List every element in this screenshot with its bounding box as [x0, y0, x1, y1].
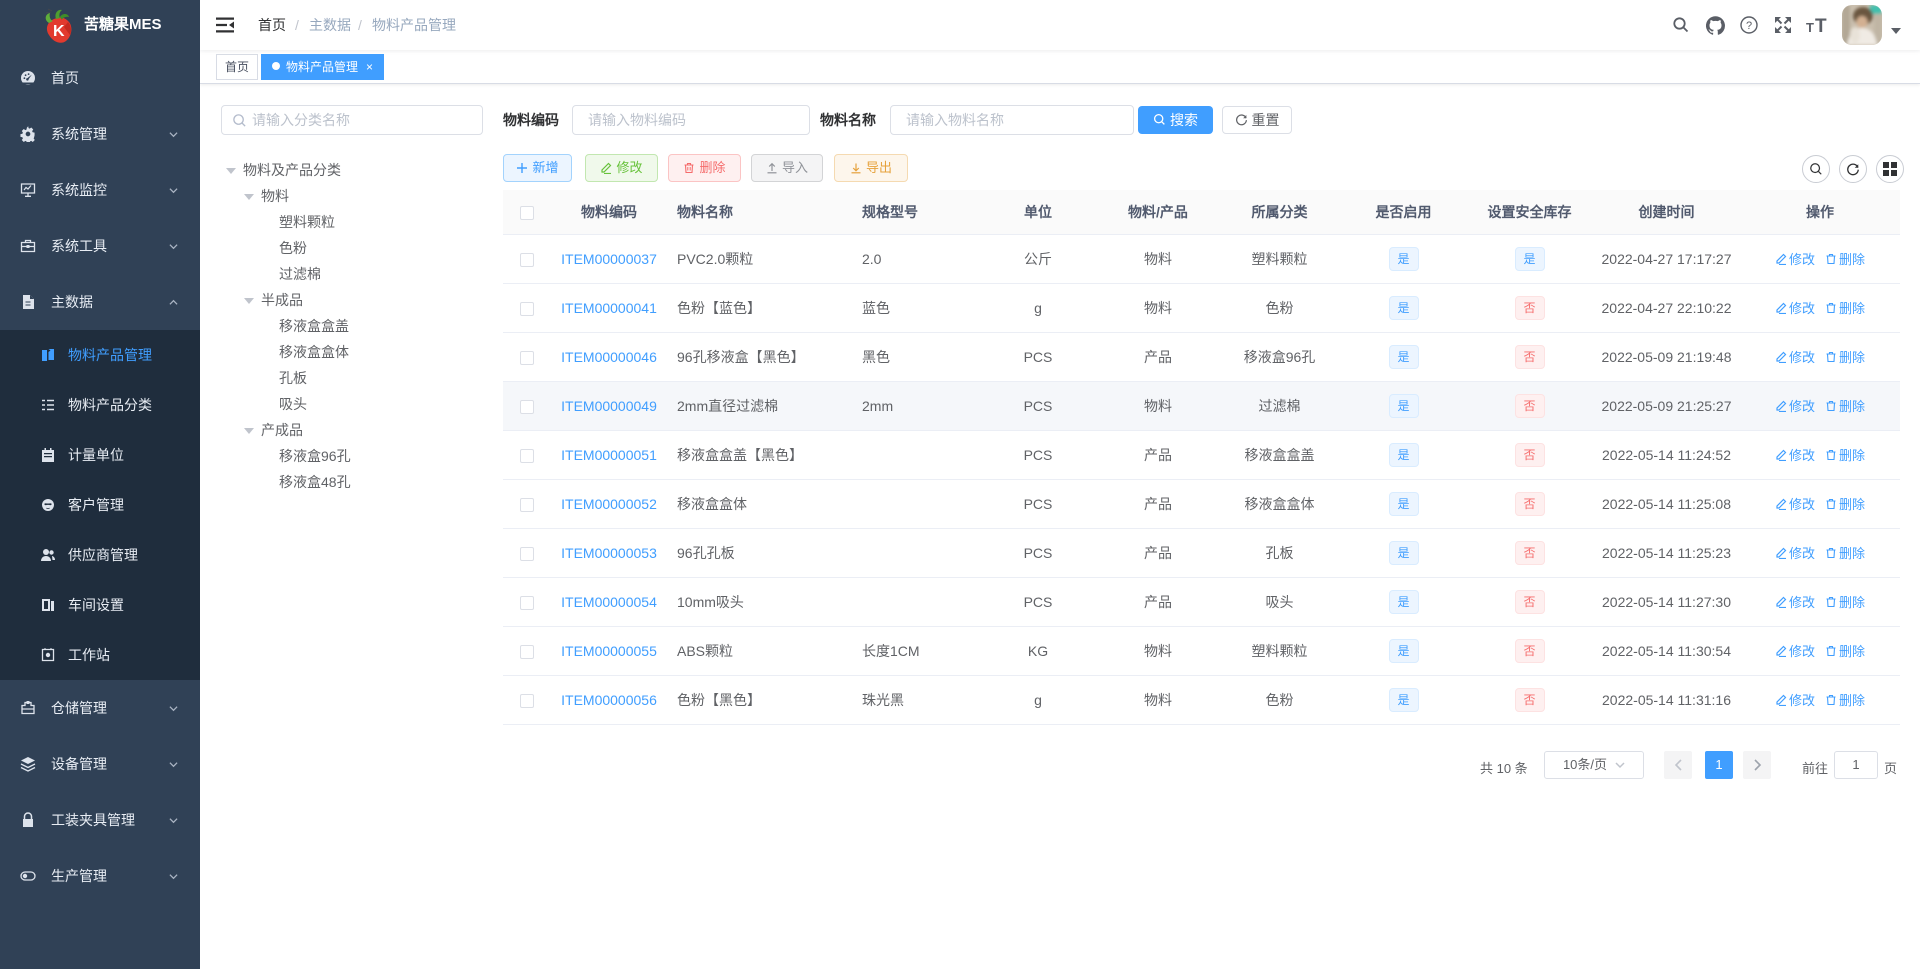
- svg-text:K: K: [53, 23, 65, 40]
- svg-text:T: T: [1806, 20, 1814, 34]
- svg-text:T: T: [1815, 17, 1827, 34]
- svg-text:?: ?: [1746, 20, 1752, 32]
